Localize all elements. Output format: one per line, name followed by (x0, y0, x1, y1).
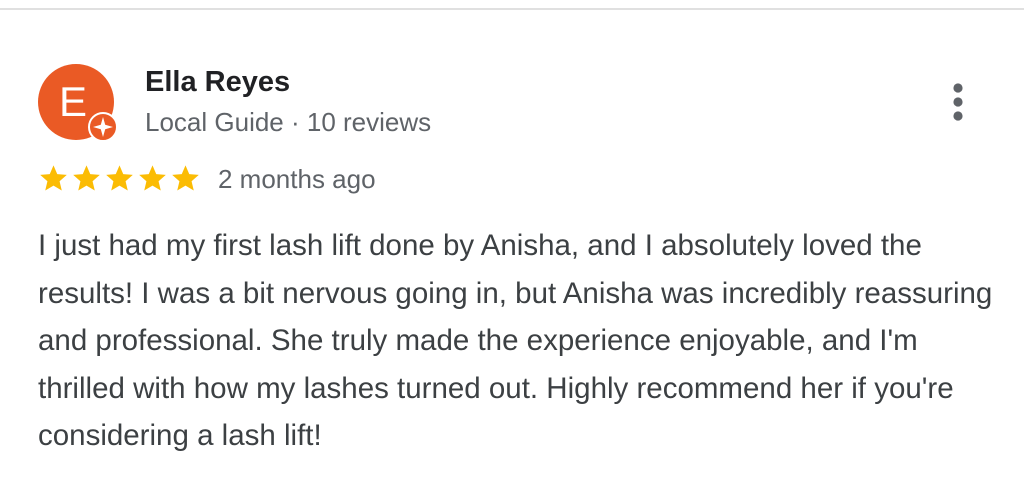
avatar-initial: E (58, 78, 87, 125)
review-timestamp: 2 months ago (218, 164, 376, 194)
review-text: I just had my first lash lift done by An… (38, 229, 993, 452)
top-divider (0, 0, 1024, 10)
review-card: E Ella Reyes Local Guide · 10 reviews 2 … (0, 0, 1024, 492)
star-icon (106, 165, 133, 191)
star-icon (172, 165, 199, 191)
more-options-button[interactable] (936, 80, 980, 124)
star-icon (139, 165, 166, 191)
avatar[interactable]: E (38, 64, 118, 142)
more-vert-icon (953, 83, 963, 121)
reviewer-name[interactable]: Ella Reyes (145, 66, 290, 99)
star-icon (73, 165, 100, 191)
star-rating (38, 163, 201, 195)
reviewer-meta: Local Guide · 10 reviews (145, 107, 432, 137)
star-icon (40, 165, 67, 191)
local-guide-star-icon (88, 112, 118, 142)
